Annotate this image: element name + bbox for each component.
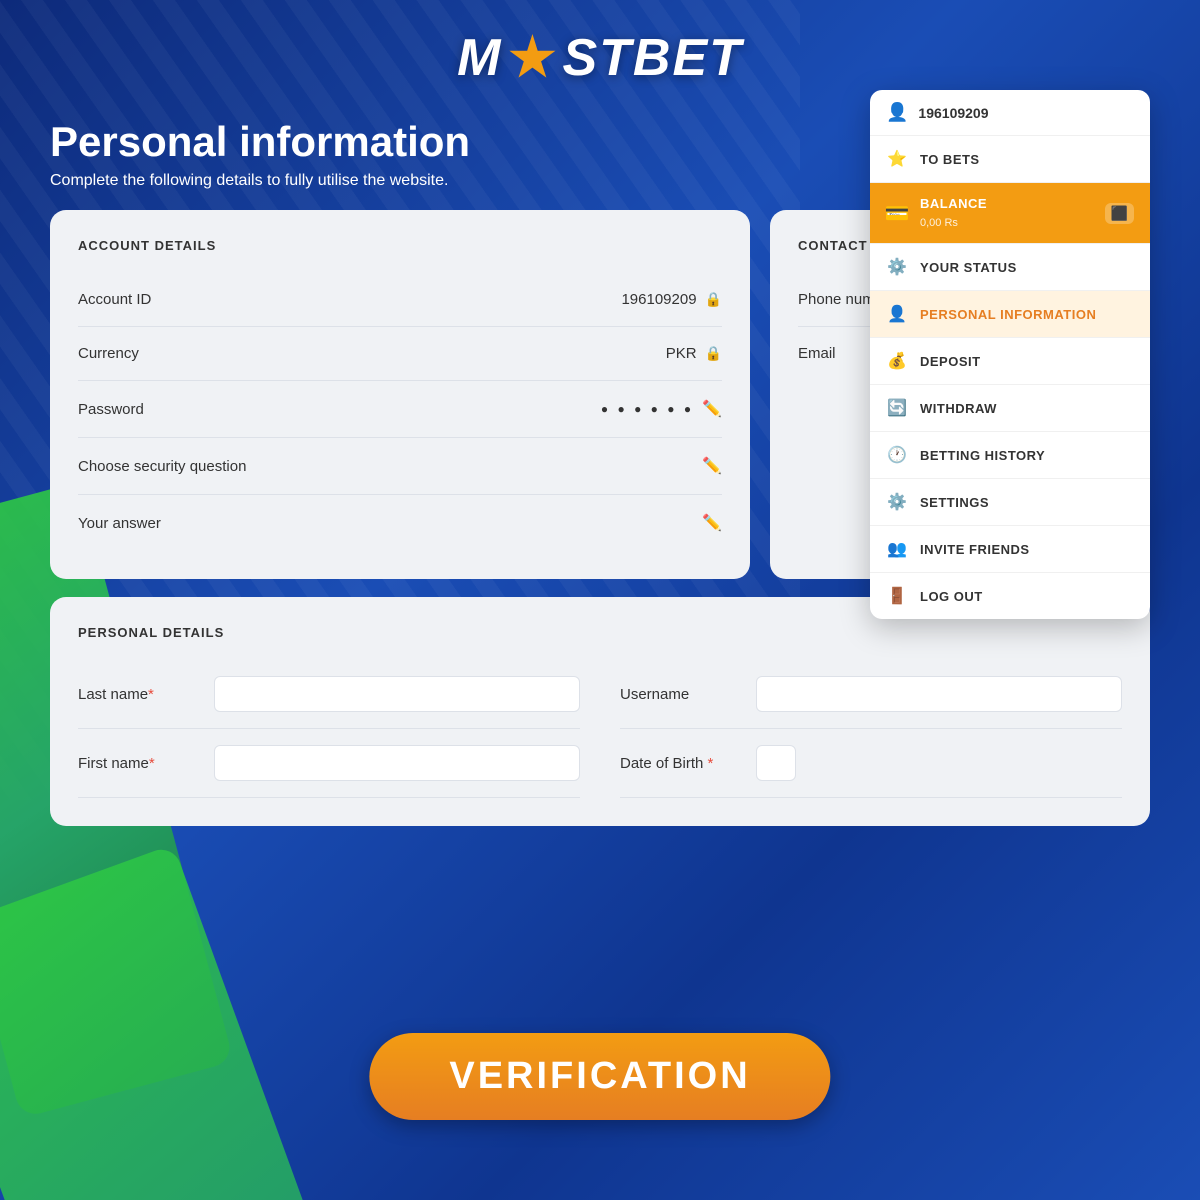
account-details-card: ACCOUNT DETAILS Account ID 196109209 🔒 C… (50, 210, 750, 579)
invite-icon: 👥 (886, 538, 908, 560)
status-icon: ⚙️ (886, 256, 908, 278)
menu-item-your-status[interactable]: ⚙️ YOUR STATUS (870, 244, 1150, 291)
dob-input[interactable] (756, 745, 796, 781)
field-password: Password ● ● ● ● ● ● ✏️ (78, 381, 722, 438)
field-label-currency: Currency (78, 345, 139, 362)
field-value-account-id: 196109209 🔒 (621, 291, 722, 308)
field-label-your-answer: Your answer (78, 515, 161, 532)
field-label-email: Email (798, 345, 836, 362)
withdraw-icon: 🔄 (886, 397, 908, 419)
menu-label-to-bets: TO BETS (920, 152, 980, 167)
field-security-question: Choose security question ✏️ (78, 438, 722, 495)
logo-star-icon (508, 34, 556, 82)
field-last-name: Last name* (78, 660, 580, 729)
field-label-first-name: First name* (78, 755, 198, 772)
field-value-your-answer: ✏️ (702, 513, 722, 533)
user-id-row: 👤 196109209 (870, 90, 1150, 136)
field-dob: Date of Birth * (620, 729, 1122, 798)
menu-item-withdraw[interactable]: 🔄 WITHDRAW (870, 385, 1150, 432)
deposit-icon: 💰 (886, 350, 908, 372)
required-star-first-name: * (149, 755, 155, 772)
username-input[interactable] (756, 676, 1122, 712)
menu-label-log-out: LOG OUT (920, 589, 983, 604)
field-label-username: Username (620, 686, 740, 703)
field-value-password: ● ● ● ● ● ● ✏️ (601, 399, 722, 419)
menu-label-settings: SETTINGS (920, 495, 989, 510)
menu-item-betting-history[interactable]: 🕐 BETTING HISTORY (870, 432, 1150, 479)
edit-icon-password[interactable]: ✏️ (702, 399, 722, 419)
menu-label-invite-friends: INVITE FRIENDS (920, 542, 1030, 557)
lock-icon-account-id: 🔒 (705, 291, 722, 308)
last-name-input[interactable] (214, 676, 580, 712)
field-username: Username (620, 660, 1122, 729)
field-label-security-question: Choose security question (78, 458, 246, 475)
field-first-name: First name* (78, 729, 580, 798)
menu-label-personal-information: PERSONAL INFORMATION (920, 307, 1096, 322)
lock-icon-currency: 🔒 (705, 345, 722, 362)
menu-item-settings[interactable]: ⚙️ SETTINGS (870, 479, 1150, 526)
balance-action-icon[interactable]: ⬛ (1105, 203, 1134, 224)
edit-icon-your-answer[interactable]: ✏️ (702, 513, 722, 533)
required-star-dob: * (708, 755, 714, 772)
menu-item-invite-friends[interactable]: 👥 INVITE FRIENDS (870, 526, 1150, 573)
personal-details-card: PERSONAL DETAILS Last name* Username Fir… (50, 597, 1150, 826)
menu-item-personal-information[interactable]: 👤 PERSONAL INFORMATION (870, 291, 1150, 338)
menu-label-your-status: YOUR STATUS (920, 260, 1017, 275)
personal-fields-grid: Last name* Username First name* Date of … (78, 660, 1122, 798)
password-dots: ● ● ● ● ● ● (601, 402, 694, 416)
settings-icon: ⚙️ (886, 491, 908, 513)
menu-item-to-bets[interactable]: ⭐ TO BETS (870, 136, 1150, 183)
dropdown-menu: 👤 196109209 ⭐ TO BETS 💳 BALANCE 0,00 Rs … (870, 90, 1150, 619)
menu-label-deposit: DEPOSIT (920, 354, 981, 369)
field-label-password: Password (78, 401, 144, 418)
field-value-currency: PKR 🔒 (666, 345, 722, 362)
balance-info: BALANCE 0,00 Rs (920, 195, 987, 231)
field-value-security-question: ✏️ (702, 456, 722, 476)
clock-icon: 🕐 (886, 444, 908, 466)
user-circle-icon: 👤 (886, 102, 908, 123)
field-label-account-id: Account ID (78, 291, 151, 308)
logout-icon: 🚪 (886, 585, 908, 607)
menu-item-log-out[interactable]: 🚪 LOG OUT (870, 573, 1150, 619)
balance-sub-text: 0,00 Rs (920, 217, 958, 229)
account-details-title: ACCOUNT DETAILS (78, 238, 722, 253)
menu-label-betting-history: BETTING HISTORY (920, 448, 1045, 463)
personal-details-title: PERSONAL DETAILS (78, 625, 1122, 640)
logo-text-left: M (457, 28, 502, 88)
verification-button[interactable]: VERIFICATION (369, 1033, 830, 1120)
field-label-dob: Date of Birth * (620, 755, 740, 772)
menu-label-balance: BALANCE (920, 196, 987, 211)
person-icon: 👤 (886, 303, 908, 325)
field-your-answer: Your answer ✏️ (78, 495, 722, 551)
menu-label-withdraw: WITHDRAW (920, 401, 997, 416)
edit-icon-security-question[interactable]: ✏️ (702, 456, 722, 476)
user-id-text: 196109209 (918, 105, 988, 121)
required-star-last-name: * (148, 686, 154, 703)
logo: M STBET (457, 28, 743, 88)
wallet-icon: 💳 (886, 202, 908, 224)
field-currency: Currency PKR 🔒 (78, 327, 722, 381)
first-name-input[interactable] (214, 745, 580, 781)
menu-item-deposit[interactable]: 💰 DEPOSIT (870, 338, 1150, 385)
menu-item-balance[interactable]: 💳 BALANCE 0,00 Rs ⬛ (870, 183, 1150, 244)
field-label-last-name: Last name* (78, 686, 198, 703)
star-icon: ⭐ (886, 148, 908, 170)
logo-text-right: STBET (562, 28, 742, 88)
field-account-id: Account ID 196109209 🔒 (78, 273, 722, 327)
